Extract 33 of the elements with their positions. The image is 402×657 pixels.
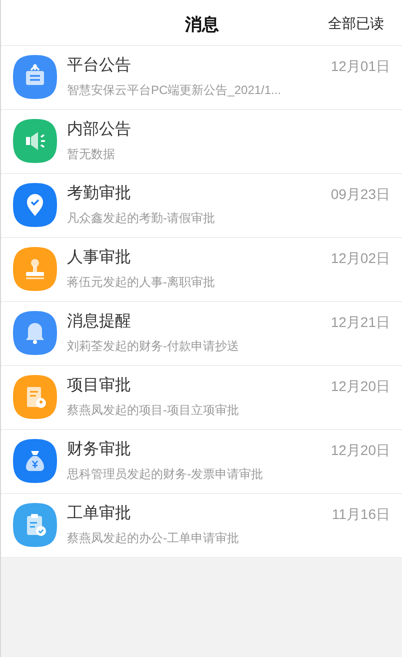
message-item[interactable]: 工单审批 蔡燕凤发起的办公-工单申请审批 11月16日	[1, 494, 402, 558]
message-date: 12月02日	[330, 249, 390, 268]
message-date: 12月01日	[330, 57, 390, 76]
message-item[interactable]: 内部公告 暂无数据	[1, 110, 402, 174]
message-item[interactable]: 平台公告 智慧安保云平台PC端更新公告_2021/1... 12月01日	[1, 46, 402, 110]
message-item[interactable]: 消息提醒 刘莉荃发起的财务-付款申请抄送 12月21日	[1, 302, 402, 366]
message-preview: 蔡燕凤发起的办公-工单申请审批	[67, 530, 240, 546]
message-preview: 刘莉荃发起的财务-付款申请抄送	[67, 338, 240, 354]
message-title: 项目审批	[67, 376, 132, 396]
message-date: 12月21日	[330, 313, 390, 332]
message-date: 09月23日	[330, 185, 390, 204]
message-preview: 智慧安保云平台PC端更新公告_2021/1...	[67, 82, 282, 98]
message-title: 人事审批	[67, 248, 132, 268]
message-date: 11月16日	[332, 505, 390, 524]
message-preview: 蒋伍元发起的人事-离职审批	[67, 274, 216, 290]
page-title: 消息	[185, 14, 219, 36]
message-title: 内部公告	[67, 120, 132, 140]
message-item[interactable]: 考勤审批 凡众鑫发起的考勤-请假审批 09月23日	[1, 174, 402, 238]
message-preview: 蔡燕凤发起的项目-项目立项审批	[67, 402, 240, 418]
message-preview: 凡众鑫发起的考勤-请假审批	[67, 210, 216, 226]
message-item[interactable]: 人事审批 蒋伍元发起的人事-离职审批 12月02日	[1, 238, 402, 302]
message-date: 12月20日	[330, 377, 390, 396]
message-preview: 思科管理员发起的财务-发票申请审批	[67, 466, 264, 482]
mark-all-read-button[interactable]: 全部已读	[328, 13, 384, 34]
message-item[interactable]: 财务审批 思科管理员发起的财务-发票申请审批 12月20日	[1, 430, 402, 494]
message-title: 平台公告	[67, 56, 132, 76]
message-title: 消息提醒	[67, 312, 132, 332]
message-title: 财务审批	[67, 440, 132, 460]
message-date: 12月20日	[330, 441, 390, 460]
message-title: 工单审批	[67, 504, 132, 524]
message-title: 考勤审批	[67, 184, 132, 204]
message-preview: 暂无数据	[67, 146, 116, 162]
message-item[interactable]: 项目审批 蔡燕凤发起的项目-项目立项审批 12月20日	[1, 366, 402, 430]
